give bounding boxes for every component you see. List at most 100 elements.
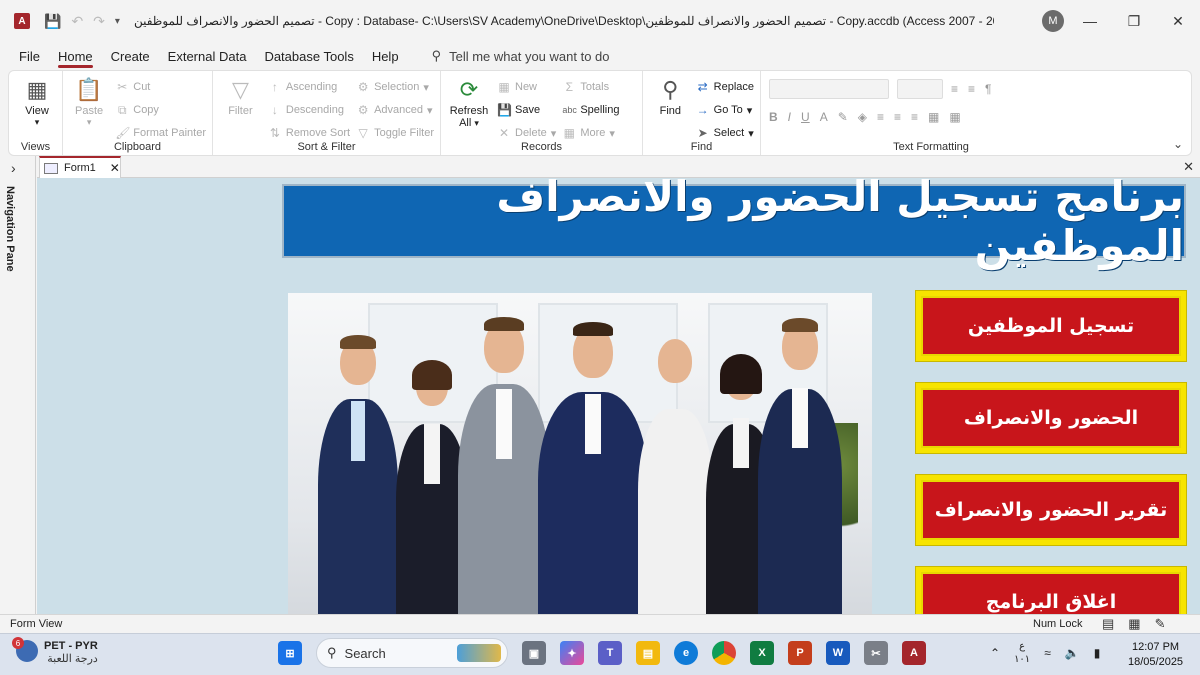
expand-nav-icon[interactable]: ›: [11, 160, 16, 176]
form-view-icon[interactable]: ▤: [1102, 616, 1114, 632]
align-right-icon[interactable]: ≡: [911, 110, 918, 124]
more-icon: ▦: [563, 126, 575, 140]
view-label: View: [25, 105, 49, 117]
ascending-button[interactable]: ↑ Ascending: [268, 78, 350, 96]
totals-button[interactable]: Σ Totals: [562, 78, 619, 96]
copilot-icon[interactable]: ✦: [560, 641, 584, 665]
new-record-button[interactable]: ▦ New: [497, 78, 556, 96]
avatar[interactable]: M: [1042, 10, 1064, 32]
save-icon[interactable]: 💾: [44, 13, 61, 30]
attendance-report-button[interactable]: تقرير الحضور والانصراف: [915, 474, 1187, 546]
file-explorer-icon[interactable]: ▤: [636, 641, 660, 665]
snipping-tool-icon[interactable]: ✂: [864, 641, 888, 665]
chevron-down-icon: ▾: [746, 104, 753, 117]
group-label-views: Views: [20, 141, 51, 153]
close-tab-icon[interactable]: ✕: [110, 161, 120, 175]
find-label: Find: [659, 105, 682, 117]
cut-button[interactable]: ✂ Cut: [115, 78, 206, 96]
excel-icon[interactable]: X: [750, 641, 774, 665]
tab-database-tools[interactable]: Database Tools: [255, 42, 362, 70]
tab-help[interactable]: Help: [363, 42, 408, 70]
bullets-icon[interactable]: ≡: [951, 82, 958, 96]
attendance-button[interactable]: الحضور والانصراف: [915, 382, 1187, 454]
goto-button[interactable]: → Go To ▾: [696, 101, 754, 119]
save-record-button[interactable]: 💾 Save: [497, 101, 556, 119]
weather-widget[interactable]: 6 PET - PYR درجة اللعبة: [12, 637, 98, 665]
language-indicator[interactable]: ع ١٠١: [1014, 640, 1030, 666]
layout-view-icon[interactable]: ▦: [1128, 616, 1140, 632]
teams-icon[interactable]: T: [598, 641, 622, 665]
design-view-icon[interactable]: ✎: [1155, 616, 1166, 632]
toggle-filter-label: Toggle Filter: [374, 127, 434, 139]
numbering-icon[interactable]: ≡: [968, 82, 975, 96]
wifi-icon[interactable]: ≈: [1044, 646, 1051, 660]
remove-sort-button[interactable]: ⇅ Remove Sort: [268, 124, 350, 142]
italic-icon[interactable]: I: [788, 110, 791, 124]
view-button[interactable]: ▦ View ▾: [15, 75, 59, 128]
spelling-button[interactable]: abc Spelling: [562, 101, 619, 119]
volume-icon[interactable]: 🔈: [1065, 646, 1080, 660]
tab-create[interactable]: Create: [102, 42, 159, 70]
new-record-icon: ▦: [498, 80, 510, 94]
tab-home[interactable]: Home: [49, 42, 102, 70]
taskbar-search[interactable]: ⚲ Search: [316, 638, 508, 668]
maximize-icon[interactable]: ❐: [1112, 0, 1156, 42]
underline-icon[interactable]: U: [801, 110, 810, 124]
fill-color-icon[interactable]: ◈: [858, 110, 867, 124]
close-document-icon[interactable]: ✕: [1183, 159, 1194, 175]
tab-form1[interactable]: Form1 ✕: [39, 156, 121, 178]
word-icon[interactable]: W: [826, 641, 850, 665]
chevron-up-icon[interactable]: ⌃: [990, 646, 1000, 660]
redo-icon[interactable]: ↷: [93, 13, 105, 30]
minimize-icon[interactable]: —: [1068, 0, 1112, 42]
highlight-icon[interactable]: ✎: [838, 110, 848, 124]
edge-icon[interactable]: e: [674, 641, 698, 665]
replace-icon: ⇄: [697, 80, 708, 94]
toggle-filter-button[interactable]: ▽ Toggle Filter: [356, 124, 434, 142]
more-button[interactable]: ▦ More ▾: [562, 124, 619, 142]
background-image-icon[interactable]: ▦: [928, 110, 939, 124]
battery-icon[interactable]: ▮: [1094, 646, 1101, 660]
tab-file[interactable]: File: [10, 42, 49, 70]
align-left-icon[interactable]: ≡: [877, 110, 884, 124]
scissors-icon: ✂: [117, 80, 128, 94]
undo-icon[interactable]: ↶: [71, 13, 83, 30]
powerpoint-icon[interactable]: P: [788, 641, 812, 665]
task-view-icon[interactable]: ▣: [522, 641, 546, 665]
clock[interactable]: 12:07 PM 18/05/2025: [1128, 640, 1183, 670]
close-icon[interactable]: ✕: [1156, 0, 1200, 42]
start-icon[interactable]: ⊞: [278, 641, 302, 665]
gridlines-icon[interactable]: ▦: [949, 110, 960, 124]
select-button[interactable]: ➤ Select ▾: [696, 124, 754, 142]
copy-button[interactable]: ⧉ Copy: [115, 101, 206, 119]
copy-icon: ⧉: [117, 102, 127, 117]
replace-button[interactable]: ⇄ Replace: [696, 78, 754, 96]
tell-me-search[interactable]: ⚲ Tell me what you want to do: [432, 48, 610, 64]
align-center-icon[interactable]: ≡: [894, 110, 901, 124]
access-taskbar-icon[interactable]: A: [902, 641, 926, 665]
collapse-ribbon-icon[interactable]: ⌄: [1173, 137, 1183, 151]
sort-descending-icon: ↓: [271, 103, 278, 117]
format-painter-button[interactable]: 🖌 Format Painter: [115, 124, 206, 142]
chevron-down-icon: ▾: [748, 127, 754, 140]
customize-qat-icon[interactable]: ▾: [115, 16, 120, 27]
bold-icon[interactable]: B: [769, 110, 778, 124]
remove-sort-icon: ⇅: [269, 126, 280, 140]
close-program-button[interactable]: اغلاق البرنامج: [915, 566, 1187, 614]
tab-external-data[interactable]: External Data: [159, 42, 256, 70]
access-app-icon[interactable]: A: [14, 13, 30, 29]
quick-access-toolbar: 💾 ↶ ↷ ▾: [44, 13, 120, 30]
refresh-icon: ⟳: [459, 77, 479, 102]
font-size-combo[interactable]: [897, 79, 943, 99]
navigation-pane-label[interactable]: Navigation Pane: [4, 186, 16, 272]
delete-record-button[interactable]: ✕ Delete ▾: [497, 124, 556, 142]
descending-button[interactable]: ↓ Descending: [268, 101, 350, 119]
register-employees-button[interactable]: تسجيل الموظفين: [915, 290, 1187, 362]
person: [538, 322, 648, 614]
font-name-combo[interactable]: [769, 79, 889, 99]
advanced-button[interactable]: ⚙ Advanced ▾: [356, 101, 434, 119]
font-color-icon[interactable]: A: [820, 110, 828, 124]
selection-button[interactable]: ⚙ Selection ▾: [356, 78, 434, 96]
chrome-icon[interactable]: [712, 641, 736, 665]
paragraph-icon[interactable]: ¶: [985, 82, 991, 96]
